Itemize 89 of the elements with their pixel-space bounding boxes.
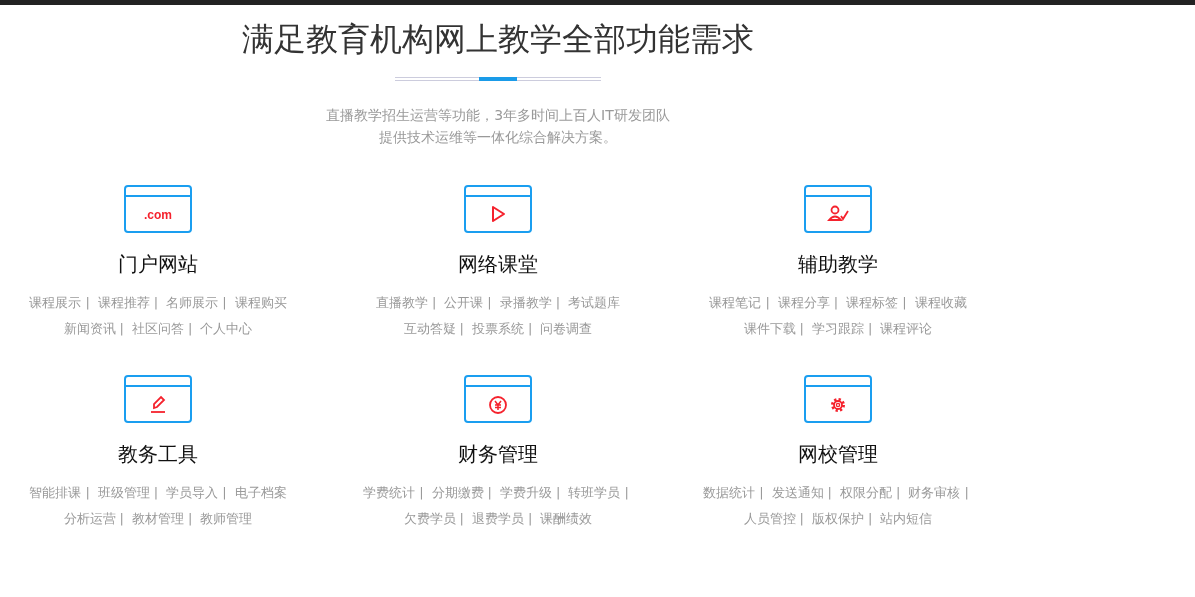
separator-text: | [528,510,533,528]
separator-text: | [896,484,901,502]
separator-text: | [799,320,804,338]
feature-link[interactable]: 权限分配 [840,483,892,503]
feature-link[interactable]: 学习跟踪 [812,319,864,339]
separator-text: | [188,320,193,338]
separator-text: | [487,294,492,312]
feature-title: 网校管理 [798,441,878,467]
feature-link[interactable]: 发送通知 [771,483,824,503]
separator-text: | [487,484,492,502]
feature-link[interactable]: 直播教学 [375,293,428,313]
separator-text: | [188,510,193,528]
feature-link[interactable]: 班级管理 [97,483,150,503]
page-title: 满足教育机构网上教学全部功能需求 [242,19,754,59]
feature-link[interactable]: 课程笔记 [709,293,762,313]
separator-text: | [964,484,969,502]
feature-link[interactable]: 电子档案 [234,483,287,503]
pencil-icon [124,375,192,423]
feature-title: 网络课堂 [458,251,538,277]
separator-text: | [556,484,561,502]
separator-text: | [624,484,629,502]
feature-link[interactable]: 学费升级 [500,483,552,503]
feature-link[interactable]: 站内短信 [880,509,933,529]
subtitle-text: 提供技术运维等一体化综合解决方案。 [379,128,617,147]
feature-link[interactable]: 公开课 [444,293,484,313]
feature-link[interactable]: 录播教学 [499,293,552,313]
separator-text: | [222,294,227,312]
separator-text: | [759,484,764,502]
separator-text: | [799,510,804,528]
separator-text: | [222,484,227,502]
feature-link[interactable]: 人员管控 [743,509,796,529]
user-check-icon [804,185,872,233]
separator-text: | [459,510,464,528]
feature-title: 教务工具 [118,441,198,467]
feature-link[interactable]: 课程购买 [234,293,287,313]
feature-link[interactable]: 课酬绩效 [540,509,593,529]
feature-title: 财务管理 [458,441,538,467]
separator-text: | [555,294,561,312]
separator-text: | [419,484,424,502]
separator-text: | [902,294,907,312]
settings-icon [804,375,872,423]
feature-link[interactable]: 课件下载 [743,319,796,339]
separator-text: | [868,510,873,528]
feature-title: 辅助教学 [798,251,878,277]
feature-link[interactable]: 个人中心 [200,319,253,339]
play-icon [464,185,532,233]
feature-link[interactable]: 分期缴费 [431,483,484,503]
separator-text: | [431,294,437,312]
feature-link[interactable]: 学员导入 [166,483,219,503]
separator-text: | [459,320,464,338]
subtitle-text: 直播教学招生运营等功能，3年多时间上百人IT研发团队 [326,106,670,125]
feature-link[interactable]: 互动答疑 [403,319,456,339]
feature-link[interactable]: 课程收藏 [914,293,967,313]
feature-link[interactable]: 投票系统 [472,319,524,339]
separator-text: | [765,294,770,312]
feature-link[interactable]: 数据统计 [703,483,756,503]
feature-link[interactable]: 欠费学员 [403,509,456,529]
feature-link[interactable]: 教师管理 [200,509,253,529]
feature-link[interactable]: 课程推荐 [97,293,150,313]
separator-text: | [85,484,90,502]
feature-link[interactable]: 新闻资讯 [63,319,116,339]
feature-link[interactable]: 问卷调查 [540,319,593,339]
separator-text: | [153,484,159,502]
feature-title: 门户网站 [118,251,198,277]
feature-link[interactable]: 课程分享 [777,293,830,313]
domain-icon: .com [124,185,192,233]
separator-text: | [119,320,124,338]
separator-text: | [833,294,839,312]
feature-link[interactable]: 学费统计 [363,483,416,503]
feature-link[interactable]: 考试题库 [568,293,621,313]
separator-text: | [827,484,832,502]
feature-link[interactable]: 课程展示 [29,293,82,313]
feature-link[interactable]: 课程标签 [846,293,899,313]
separator-text: | [868,320,873,338]
feature-link[interactable]: 名师展示 [166,293,219,313]
separator-text: | [119,510,124,528]
feature-link[interactable]: 智能排课 [29,483,82,503]
feature-link[interactable]: 课程评论 [880,319,933,339]
separator-text: | [85,294,90,312]
yen-icon [464,375,532,423]
feature-link[interactable]: 退费学员 [472,509,524,529]
feature-link[interactable]: 社区问答 [132,319,184,339]
feature-link[interactable]: 版权保护 [812,509,864,529]
feature-link[interactable]: 转班学员 [568,483,621,503]
feature-link[interactable]: 教材管理 [132,509,184,529]
separator-text: | [153,294,159,312]
separator-text: | [528,320,533,338]
feature-link[interactable]: 财务审核 [908,483,961,503]
feature-link[interactable]: 分析运营 [63,509,116,529]
